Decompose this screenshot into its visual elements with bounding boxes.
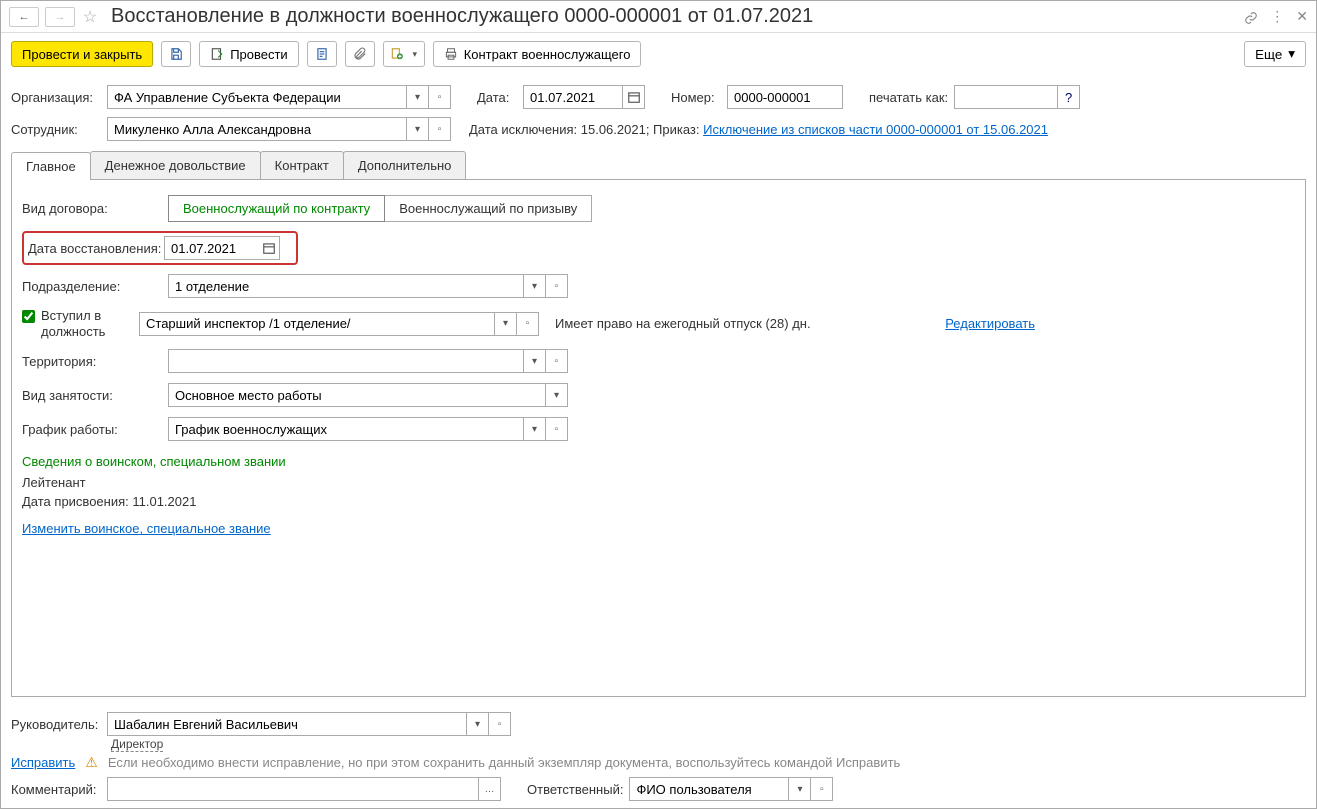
department-label: Подразделение: — [22, 279, 160, 294]
related-create-button[interactable]: ▾ — [383, 41, 425, 67]
help-button[interactable]: ? — [1058, 85, 1080, 109]
territory-input[interactable] — [168, 349, 524, 373]
tab-extra[interactable]: Дополнительно — [343, 151, 467, 179]
comment-input[interactable] — [107, 777, 479, 801]
restore-date-input[interactable] — [164, 236, 258, 260]
responsible-label: Ответственный: — [527, 782, 623, 797]
dropdown-button[interactable]: ▾ — [467, 712, 489, 736]
open-button[interactable]: ▫ — [429, 117, 451, 141]
rank-value: Лейтенант — [22, 473, 1295, 492]
tabs: Главное Денежное довольствие Контракт До… — [11, 151, 1306, 180]
territory-label: Территория: — [22, 354, 160, 369]
dropdown-button[interactable]: ▾ — [524, 349, 546, 373]
chevron-down-icon: ▾ — [412, 49, 417, 60]
comment-label: Комментарий: — [11, 782, 101, 797]
tab-money[interactable]: Денежное довольствие — [90, 151, 261, 179]
open-button[interactable]: ▫ — [811, 777, 833, 801]
entered-position-cb-label: Вступил в должность — [41, 308, 131, 339]
dropdown-button[interactable]: ▾ — [495, 312, 517, 336]
dropdown-button[interactable]: ▾ — [407, 117, 429, 141]
dropdown-button[interactable]: ▾ — [546, 383, 568, 407]
dropdown-button[interactable]: ▾ — [524, 417, 546, 441]
forward-button[interactable]: → — [45, 7, 75, 27]
kebab-icon[interactable]: ⋮ — [1270, 8, 1284, 25]
military-contract-label: Контракт военнослужащего — [464, 47, 631, 62]
exclusion-link[interactable]: Исключение из списков части 0000-000001 … — [703, 122, 1048, 137]
manager-input[interactable] — [107, 712, 467, 736]
number-label: Номер: — [671, 90, 721, 105]
tab-contract[interactable]: Контракт — [260, 151, 344, 179]
vacation-info: Имеет право на ежегодный отпуск (28) дн. — [555, 316, 811, 331]
employee-input[interactable] — [107, 117, 407, 141]
restore-date-label: Дата восстановления: — [28, 241, 164, 256]
correct-hint: Если необходимо внести исправление, но п… — [108, 755, 900, 770]
open-button[interactable]: ▫ — [489, 712, 511, 736]
open-button[interactable]: ▫ — [546, 274, 568, 298]
document-button[interactable] — [307, 41, 337, 67]
contract-type-label: Вид договора: — [22, 201, 160, 216]
manager-role-link[interactable]: Директор — [111, 737, 163, 752]
exclusion-text: Дата исключения: 15.06.2021; Приказ: Иск… — [469, 122, 1048, 137]
military-contract-button[interactable]: Контракт военнослужащего — [433, 41, 642, 67]
number-input[interactable] — [727, 85, 843, 109]
rank-date: Дата присвоения: 11.01.2021 — [22, 492, 1295, 511]
employee-label: Сотрудник: — [11, 122, 101, 137]
tab-body-main: Вид договора: Военнослужащий по контракт… — [11, 180, 1306, 697]
print-as-input[interactable] — [954, 85, 1058, 109]
manager-label: Руководитель: — [11, 717, 101, 732]
org-label: Организация: — [11, 90, 101, 105]
favorite-icon[interactable]: ☆ — [81, 8, 99, 26]
restore-date-row: Дата восстановления: — [22, 231, 298, 265]
open-button[interactable]: ▫ — [546, 417, 568, 441]
entered-position-checkbox[interactable] — [22, 310, 35, 323]
dropdown-button[interactable]: ▾ — [524, 274, 546, 298]
employment-input[interactable] — [168, 383, 546, 407]
change-rank-link[interactable]: Изменить воинское, специальное звание — [22, 521, 271, 536]
open-button[interactable]: ▫ — [429, 85, 451, 109]
print-as-label: печатать как: — [869, 90, 948, 105]
rank-section-title: Сведения о воинском, специальном звании — [22, 446, 1295, 473]
attach-button[interactable] — [345, 41, 375, 67]
post-and-close-button[interactable]: Провести и закрыть — [11, 41, 153, 67]
calendar-button[interactable] — [623, 85, 645, 109]
ellipsis-button[interactable]: … — [479, 777, 501, 801]
employment-label: Вид занятости: — [22, 388, 160, 403]
save-button[interactable] — [161, 41, 191, 67]
open-button[interactable]: ▫ — [517, 312, 539, 336]
link-icon[interactable] — [1244, 8, 1258, 24]
org-input[interactable] — [107, 85, 407, 109]
contract-type-draft[interactable]: Военнослужащий по призыву — [385, 195, 592, 222]
page-title: Восстановление в должности военнослужаще… — [105, 5, 1238, 28]
correct-link[interactable]: Исправить — [11, 755, 75, 770]
more-label: Еще — [1255, 47, 1282, 62]
warning-icon: ⚠ — [85, 754, 98, 771]
toolbar: Провести и закрыть Провести ▾ Контракт в… — [1, 33, 1316, 75]
dropdown-button[interactable]: ▾ — [789, 777, 811, 801]
calendar-button[interactable] — [258, 236, 280, 260]
contract-type-contract[interactable]: Военнослужащий по контракту — [168, 195, 385, 222]
entered-position-input[interactable] — [139, 312, 495, 336]
post-button-label: Провести — [230, 47, 288, 62]
titlebar: ← → ☆ Восстановление в должности военнос… — [1, 1, 1316, 33]
edit-link[interactable]: Редактировать — [945, 316, 1035, 331]
open-button[interactable]: ▫ — [546, 349, 568, 373]
responsible-input[interactable] — [629, 777, 789, 801]
date-label: Дата: — [477, 90, 517, 105]
chevron-down-icon: ▾ — [1288, 46, 1295, 62]
more-button[interactable]: Еще ▾ — [1244, 41, 1306, 67]
post-button[interactable]: Провести — [199, 41, 299, 67]
department-input[interactable] — [168, 274, 524, 298]
dropdown-button[interactable]: ▾ — [407, 85, 429, 109]
date-input[interactable] — [523, 85, 623, 109]
schedule-label: График работы: — [22, 422, 160, 437]
back-button[interactable]: ← — [9, 7, 39, 27]
close-icon[interactable]: ✕ — [1296, 8, 1308, 25]
schedule-input[interactable] — [168, 417, 524, 441]
tab-main[interactable]: Главное — [11, 152, 91, 180]
